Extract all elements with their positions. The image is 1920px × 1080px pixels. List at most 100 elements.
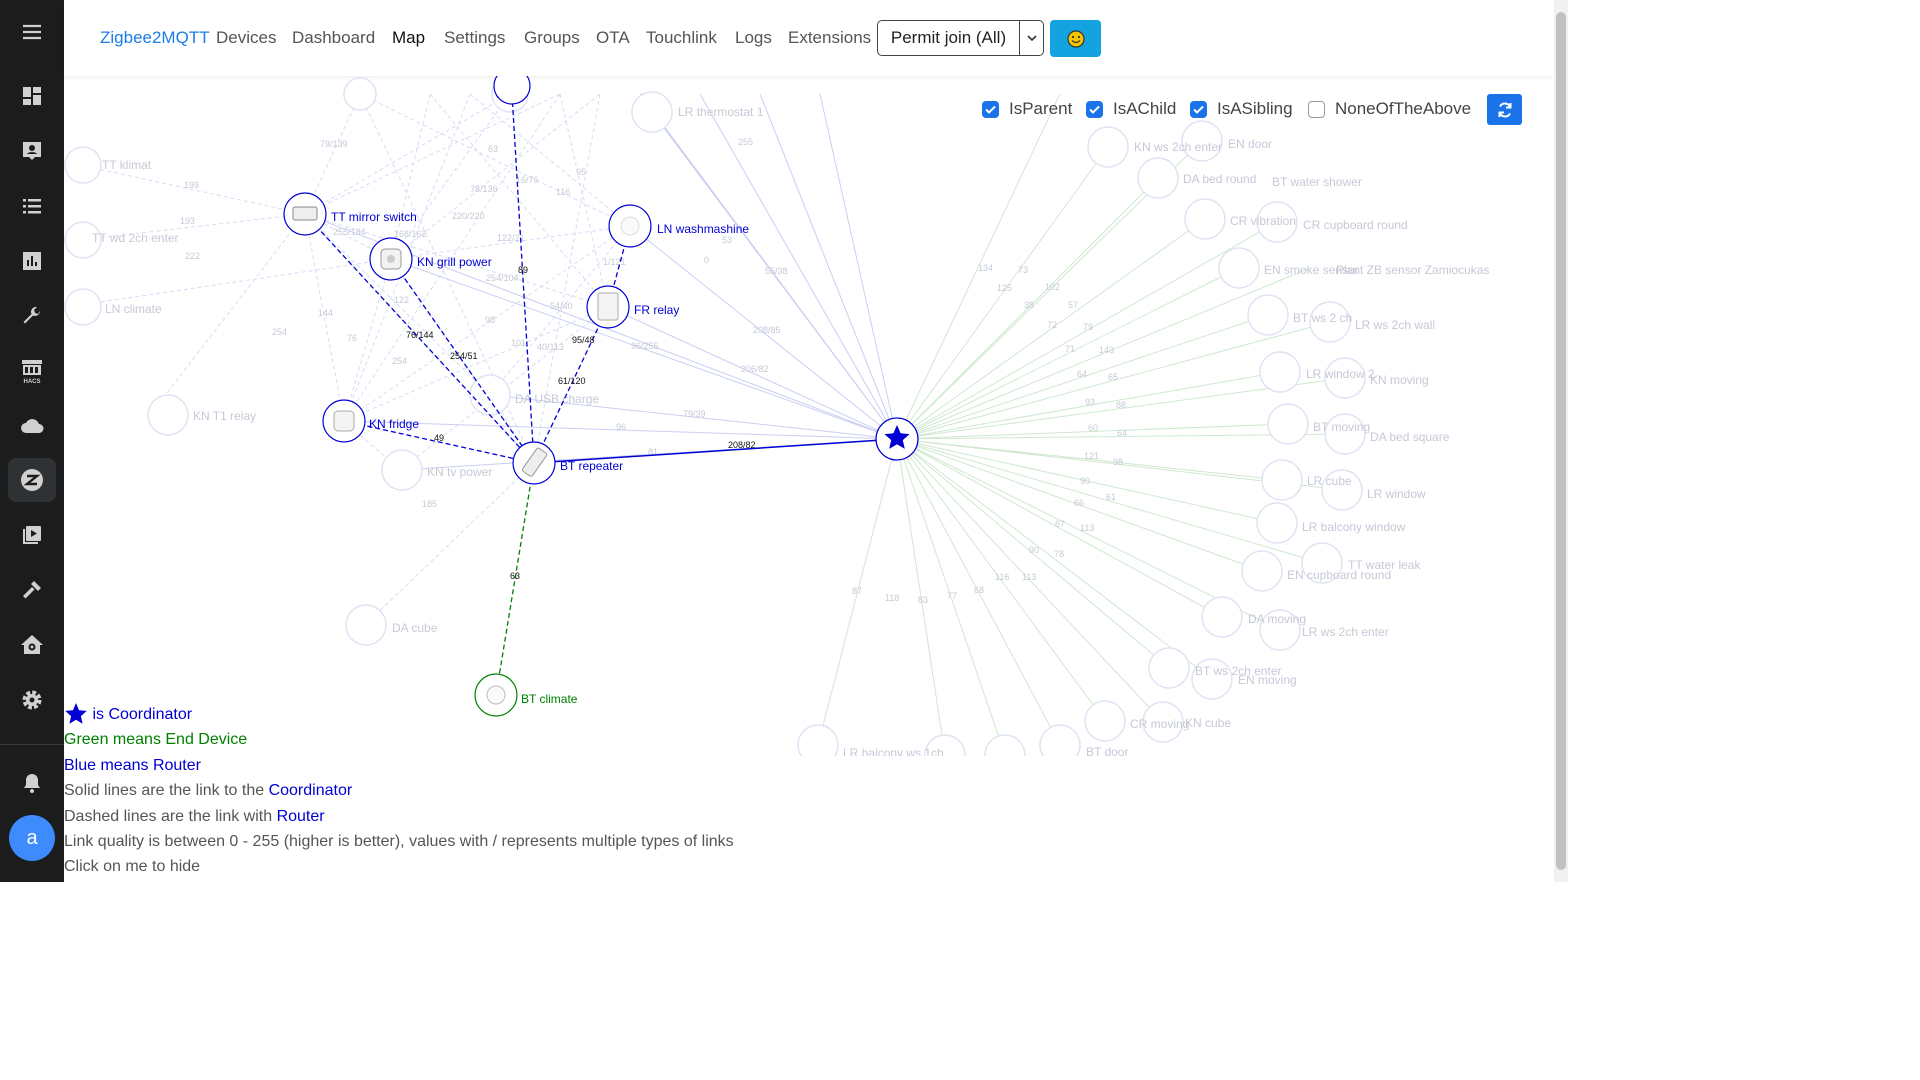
label-ln-washmashine: LN washmashine [657, 222, 749, 236]
svg-text:93: 93 [1085, 397, 1095, 407]
map-legend[interactable]: is Coordinator Green means End Device Bl… [64, 702, 734, 880]
svg-text:TT klimat: TT klimat [102, 158, 152, 172]
scrollbar-thumb[interactable] [1556, 12, 1566, 870]
filter-isparent[interactable]: IsParent [982, 96, 1072, 122]
svg-text:199: 199 [184, 180, 199, 190]
checkbox-checked-icon[interactable] [1190, 100, 1207, 118]
dashboard-icon[interactable] [8, 74, 56, 118]
menu-icon[interactable] [8, 10, 56, 54]
legend-hide[interactable]: Click on me to hide [64, 854, 734, 879]
svg-text:KN T1 relay: KN T1 relay [193, 409, 256, 423]
chart-icon[interactable] [8, 239, 56, 283]
legend-green: Green means End Device [64, 731, 248, 749]
chevron-down-icon[interactable] [1020, 21, 1043, 55]
svg-text:102: 102 [1045, 282, 1060, 292]
nav-groups[interactable]: Groups [524, 28, 580, 48]
svg-text:LR ws 2ch enter: LR ws 2ch enter [1302, 625, 1389, 639]
legend-dashed: Dashed lines are the link with Router [64, 804, 734, 829]
hammer-icon[interactable] [8, 568, 56, 612]
link-quality-labels: 208/82 76/144 254/51 95/48 61/120 89 49 … [406, 265, 756, 581]
permit-join-button[interactable]: Permit join (All) [878, 21, 1020, 55]
lq-repeater-coordinator: 208/82 [728, 440, 756, 450]
svg-text:CR moving: CR moving [1130, 717, 1189, 731]
nav-logs[interactable]: Logs [735, 28, 772, 48]
svg-text:206/82: 206/82 [741, 364, 769, 374]
nav-touchlink[interactable]: Touchlink [646, 28, 717, 48]
list-icon[interactable] [8, 184, 56, 228]
filter-noneoftheabove[interactable]: NoneOfTheAbove [1308, 96, 1471, 122]
svg-text:121: 121 [1084, 451, 1099, 461]
nav-ota[interactable]: OTA [596, 28, 630, 48]
star-icon [65, 703, 87, 724]
node-fr-relay[interactable]: FR relay [586, 285, 679, 329]
svg-text:68: 68 [974, 585, 984, 595]
notifications-icon[interactable] [8, 761, 56, 805]
nav-dashboard[interactable]: Dashboard [292, 28, 375, 48]
svg-text:67: 67 [1055, 519, 1065, 529]
top-navbar: Zigbee2MQTT Devices Dashboard Map Settin… [64, 0, 1554, 76]
filter-isachild[interactable]: IsAChild [1086, 96, 1176, 122]
svg-text:0: 0 [704, 255, 709, 265]
nav-devices[interactable]: Devices [216, 28, 276, 48]
svg-text:76: 76 [347, 333, 357, 343]
svg-text:144: 144 [318, 308, 333, 318]
svg-text:57: 57 [1068, 300, 1078, 310]
network-map[interactable]: LR thermostat 1TT klimatTT wd 2ch enter … [64, 76, 1554, 756]
user-avatar[interactable]: a [9, 815, 55, 861]
media-icon[interactable] [8, 513, 56, 557]
legend-solid-text: Solid lines are the link to the [64, 782, 269, 800]
svg-text:LR cube: LR cube [1307, 474, 1352, 488]
svg-text:73: 73 [1018, 265, 1028, 275]
cloud-icon[interactable] [8, 404, 56, 448]
settings-icon[interactable] [8, 678, 56, 722]
node-bt-repeater[interactable]: BT repeater [512, 441, 623, 485]
lq-mirror-repeater: 76/144 [406, 330, 434, 340]
svg-text:63: 63 [488, 144, 498, 154]
wrench-icon[interactable] [8, 294, 56, 338]
home-settings-icon[interactable] [8, 623, 56, 667]
svg-text:EN door: EN door [1228, 137, 1272, 151]
svg-text:CR vibration: CR vibration [1230, 214, 1296, 228]
faded-coordinator-router-links [304, 93, 898, 471]
filter-label: IsAChild [1113, 99, 1177, 118]
checkbox-checked-icon[interactable] [982, 100, 999, 118]
svg-text:90: 90 [1080, 476, 1090, 486]
refresh-button[interactable] [1487, 94, 1522, 125]
permit-join-dropdown: Permit join (All) [877, 20, 1044, 56]
coordinator-node[interactable] [875, 417, 919, 461]
svg-text:96/255: 96/255 [631, 341, 659, 351]
checkbox-checked-icon[interactable] [1086, 100, 1103, 118]
nav-map[interactable]: Map [392, 28, 425, 48]
svg-text:BT ws 2 ch: BT ws 2 ch [1293, 311, 1352, 325]
legend-coordinator-text: is Coordinator [92, 706, 193, 723]
svg-text:208/85: 208/85 [753, 325, 781, 335]
lq-grill-repeater: 254/51 [450, 351, 478, 361]
svg-text:118: 118 [885, 593, 899, 603]
theme-toggle-button[interactable] [1050, 20, 1101, 57]
account-box-icon[interactable] [8, 129, 56, 173]
svg-text:64: 64 [1117, 428, 1127, 438]
legend-quality: Link quality is between 0 - 255 (higher … [64, 833, 734, 851]
svg-text:LR window: LR window [1367, 487, 1426, 501]
checkbox-unchecked-icon[interactable] [1308, 100, 1325, 118]
svg-text:64: 64 [1077, 369, 1087, 379]
svg-text:55/38: 55/38 [765, 266, 788, 276]
svg-text:61: 61 [1106, 492, 1116, 502]
nav-extensions[interactable]: Extensions [788, 28, 871, 48]
svg-text:TT wd 2ch enter: TT wd 2ch enter [92, 231, 178, 245]
svg-text:Plant ZB sensor Zamiocukas: Plant ZB sensor Zamiocukas [1336, 263, 1489, 277]
svg-text:193: 193 [180, 216, 195, 226]
filter-isasibling[interactable]: IsASibling [1190, 96, 1293, 122]
node-kn-fridge[interactable]: KN fridge [322, 399, 419, 443]
svg-text:KN moving: KN moving [1370, 373, 1429, 387]
zigbee2mqtt-icon[interactable] [8, 458, 56, 502]
svg-text:134: 134 [978, 263, 993, 273]
legend-coordinator: is Coordinator [64, 702, 734, 727]
nav-brand[interactable]: Zigbee2MQTT [100, 28, 210, 48]
svg-text:40/113: 40/113 [537, 342, 564, 352]
svg-text:95: 95 [576, 167, 586, 177]
legend-dashed-text: Dashed lines are the link with [64, 807, 277, 825]
nav-settings[interactable]: Settings [444, 28, 505, 48]
hacs-icon[interactable]: HACS [8, 349, 56, 393]
switch-device-icon [292, 206, 318, 221]
